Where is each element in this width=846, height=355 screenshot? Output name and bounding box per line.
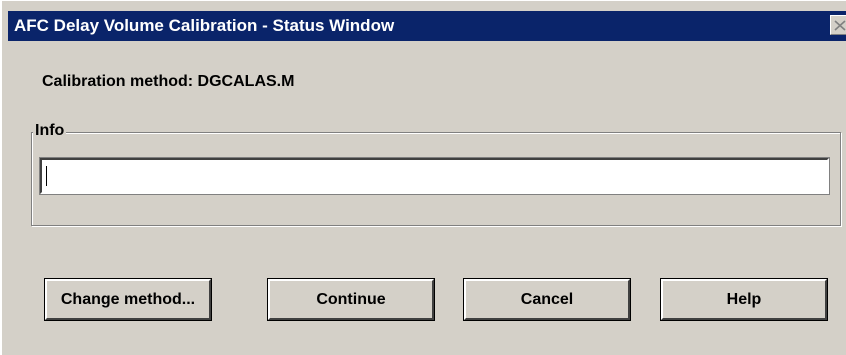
change-method-button[interactable]: Change method... bbox=[44, 278, 212, 321]
continue-button[interactable]: Continue bbox=[267, 278, 435, 321]
close-button[interactable] bbox=[830, 15, 846, 35]
close-icon bbox=[834, 20, 846, 31]
text-caret bbox=[46, 166, 47, 186]
title-bar[interactable]: AFC Delay Volume Calibration - Status Wi… bbox=[8, 11, 846, 41]
help-button[interactable]: Help bbox=[660, 278, 828, 321]
status-window: AFC Delay Volume Calibration - Status Wi… bbox=[0, 0, 846, 355]
window-title: AFC Delay Volume Calibration - Status Wi… bbox=[14, 16, 395, 35]
info-group-label: Info bbox=[33, 121, 67, 141]
calibration-method-label: Calibration method: DGCALAS.M bbox=[42, 73, 295, 90]
info-field[interactable] bbox=[39, 157, 830, 195]
cancel-button[interactable]: Cancel bbox=[463, 278, 631, 321]
